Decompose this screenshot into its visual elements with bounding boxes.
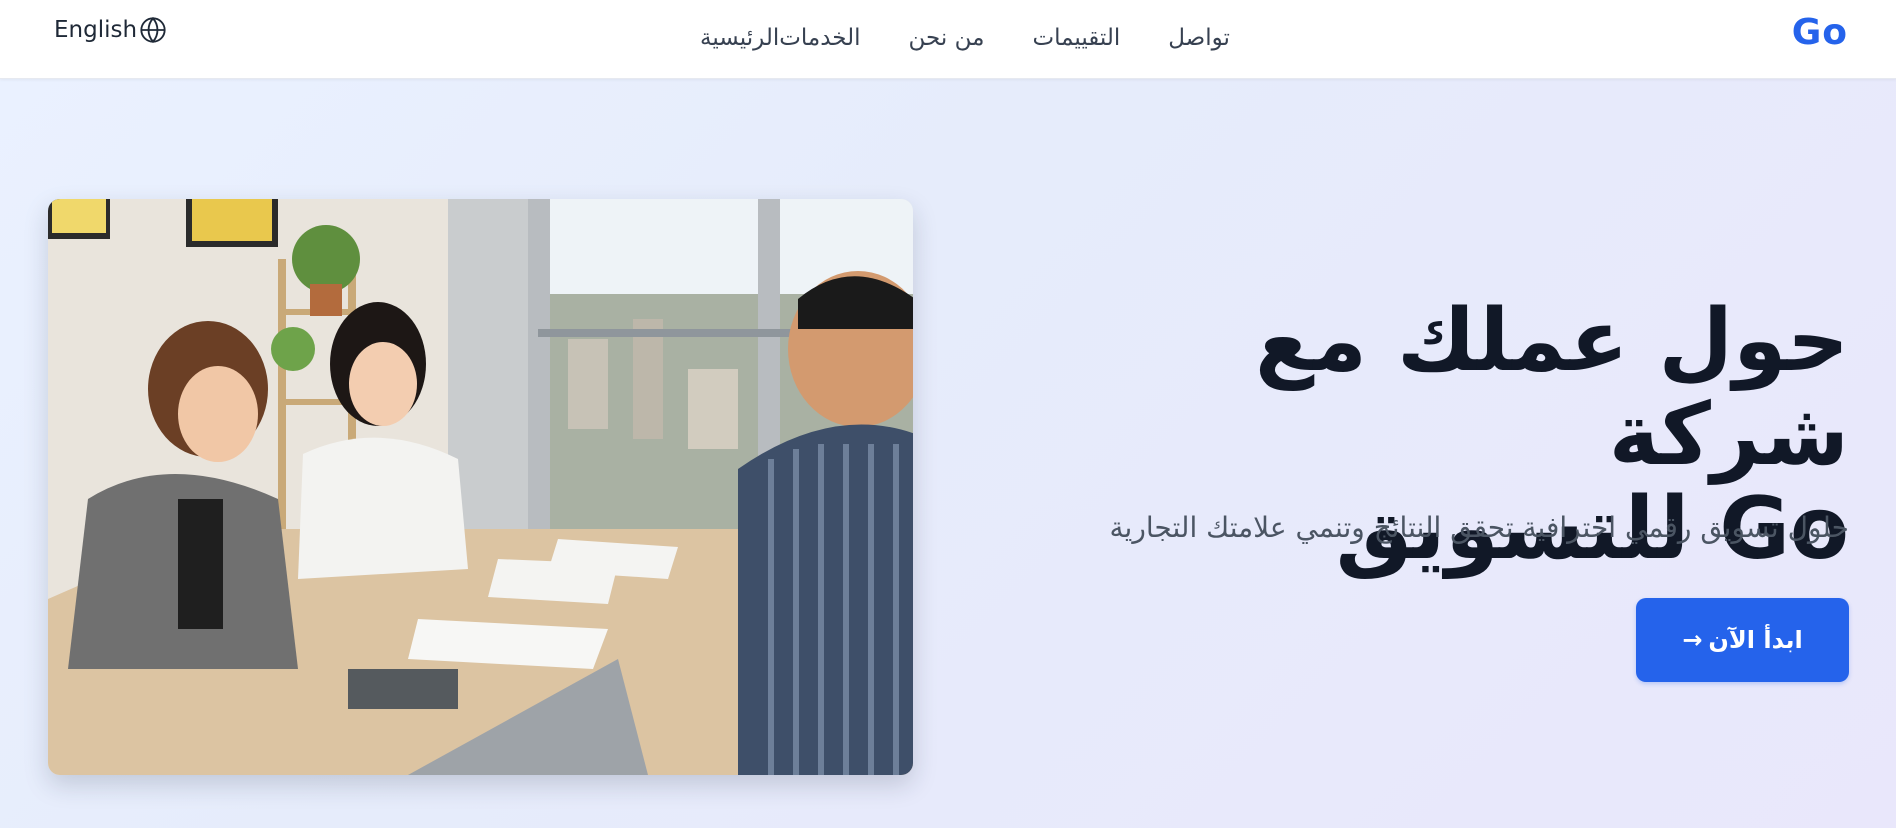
start-now-button[interactable]: ابدأ الآن → bbox=[1636, 598, 1849, 682]
globe-icon bbox=[139, 16, 167, 44]
hero-headline-line1: حول عملك مع شركة bbox=[1255, 291, 1849, 485]
nav-item-reviews[interactable]: التقييمات bbox=[1032, 25, 1120, 51]
language-switcher[interactable]: English bbox=[54, 16, 167, 44]
nav-item-contact[interactable]: تواصل bbox=[1168, 25, 1230, 51]
language-label: English bbox=[54, 17, 138, 43]
brand-logo[interactable]: Go bbox=[1792, 12, 1848, 53]
nav-item-home[interactable]: الرئيسية bbox=[700, 25, 779, 51]
main-nav: الرئيسية الخدمات من نحن التقييمات تواصل bbox=[700, 18, 1400, 58]
hero-section: حول عملك مع شركة Go للتسويق حلول تسويق ر… bbox=[0, 79, 1896, 828]
nav-item-services[interactable]: الخدمات bbox=[779, 25, 860, 51]
start-now-label: ابدأ الآن bbox=[1708, 626, 1803, 654]
arrow-right-icon: → bbox=[1682, 626, 1703, 654]
nav-item-about[interactable]: من نحن bbox=[909, 25, 985, 51]
hero-image bbox=[48, 199, 913, 775]
nav-group-home-services: الرئيسية الخدمات bbox=[700, 25, 861, 51]
hero-subtitle: حلول تسويق رقمي احترافية تحقق النتائج وت… bbox=[1109, 511, 1849, 544]
top-navbar: Go الرئيسية الخدمات من نحن التقييمات توا… bbox=[0, 0, 1896, 79]
